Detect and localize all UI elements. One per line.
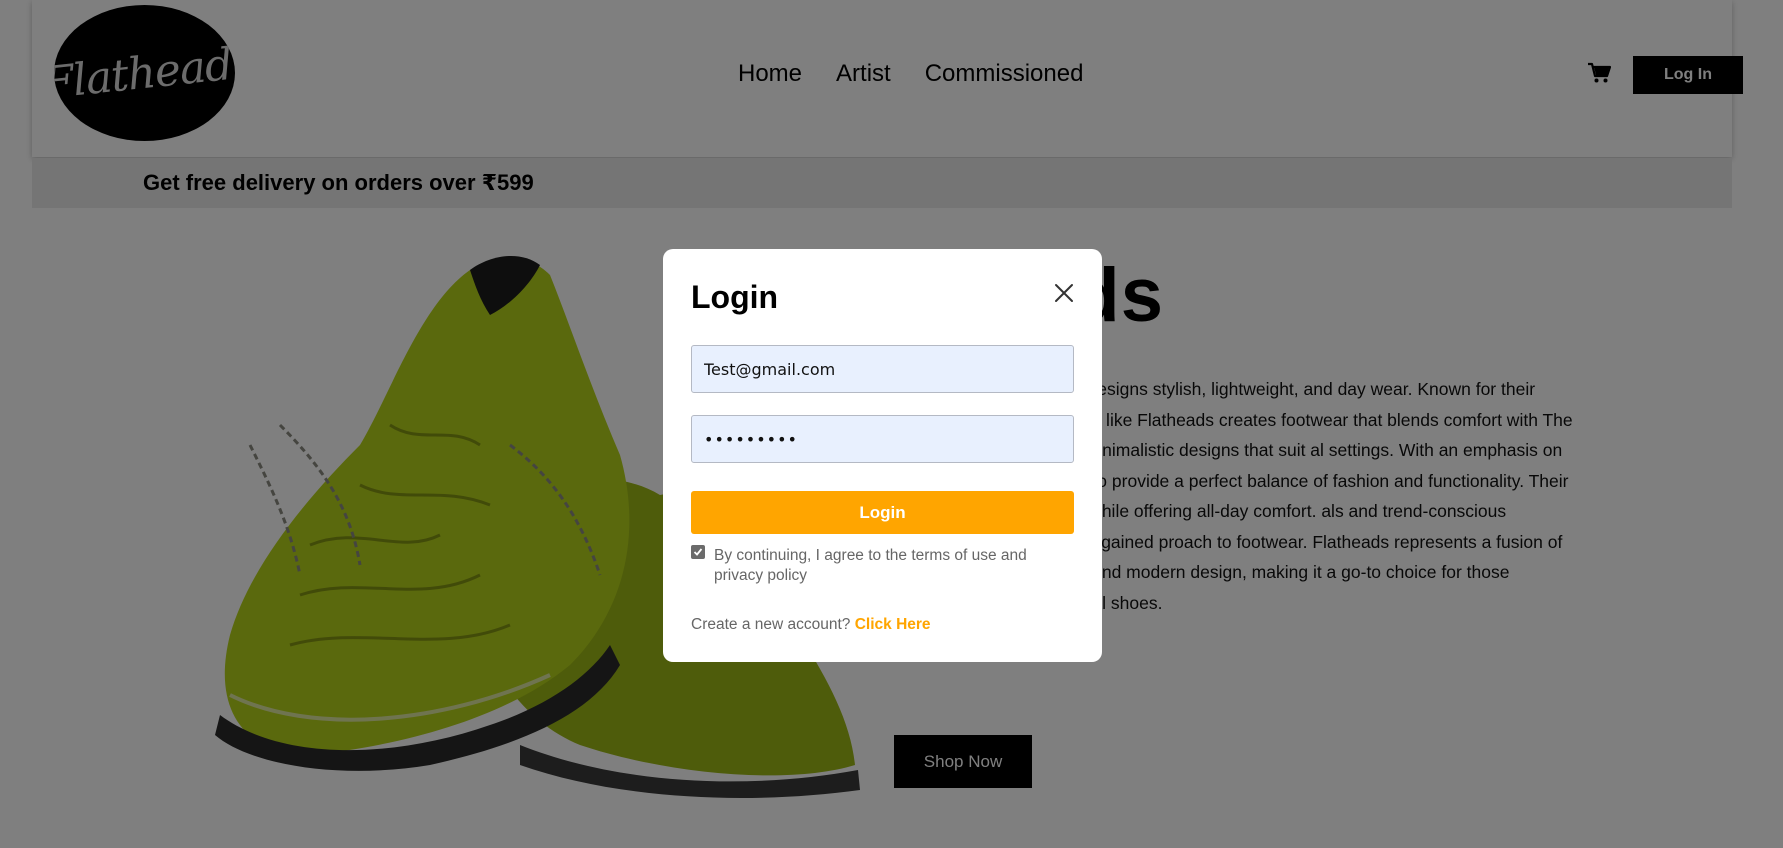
password-field[interactable]: [691, 415, 1074, 463]
create-account-prompt: Create a new account?: [691, 616, 855, 633]
agree-label: By continuing, I agree to the terms of u…: [714, 547, 1027, 584]
modal-title: Login: [691, 279, 779, 315]
login-modal: Login Login By continuing, I agree to th…: [663, 249, 1102, 662]
create-account-link[interactable]: Click Here: [855, 616, 931, 633]
create-account-line: Create a new account? Click Here: [691, 616, 931, 634]
email-field[interactable]: [691, 345, 1074, 393]
close-icon[interactable]: [1052, 281, 1076, 305]
login-submit-button[interactable]: Login: [691, 491, 1074, 534]
agree-checkbox[interactable]: [691, 545, 705, 559]
